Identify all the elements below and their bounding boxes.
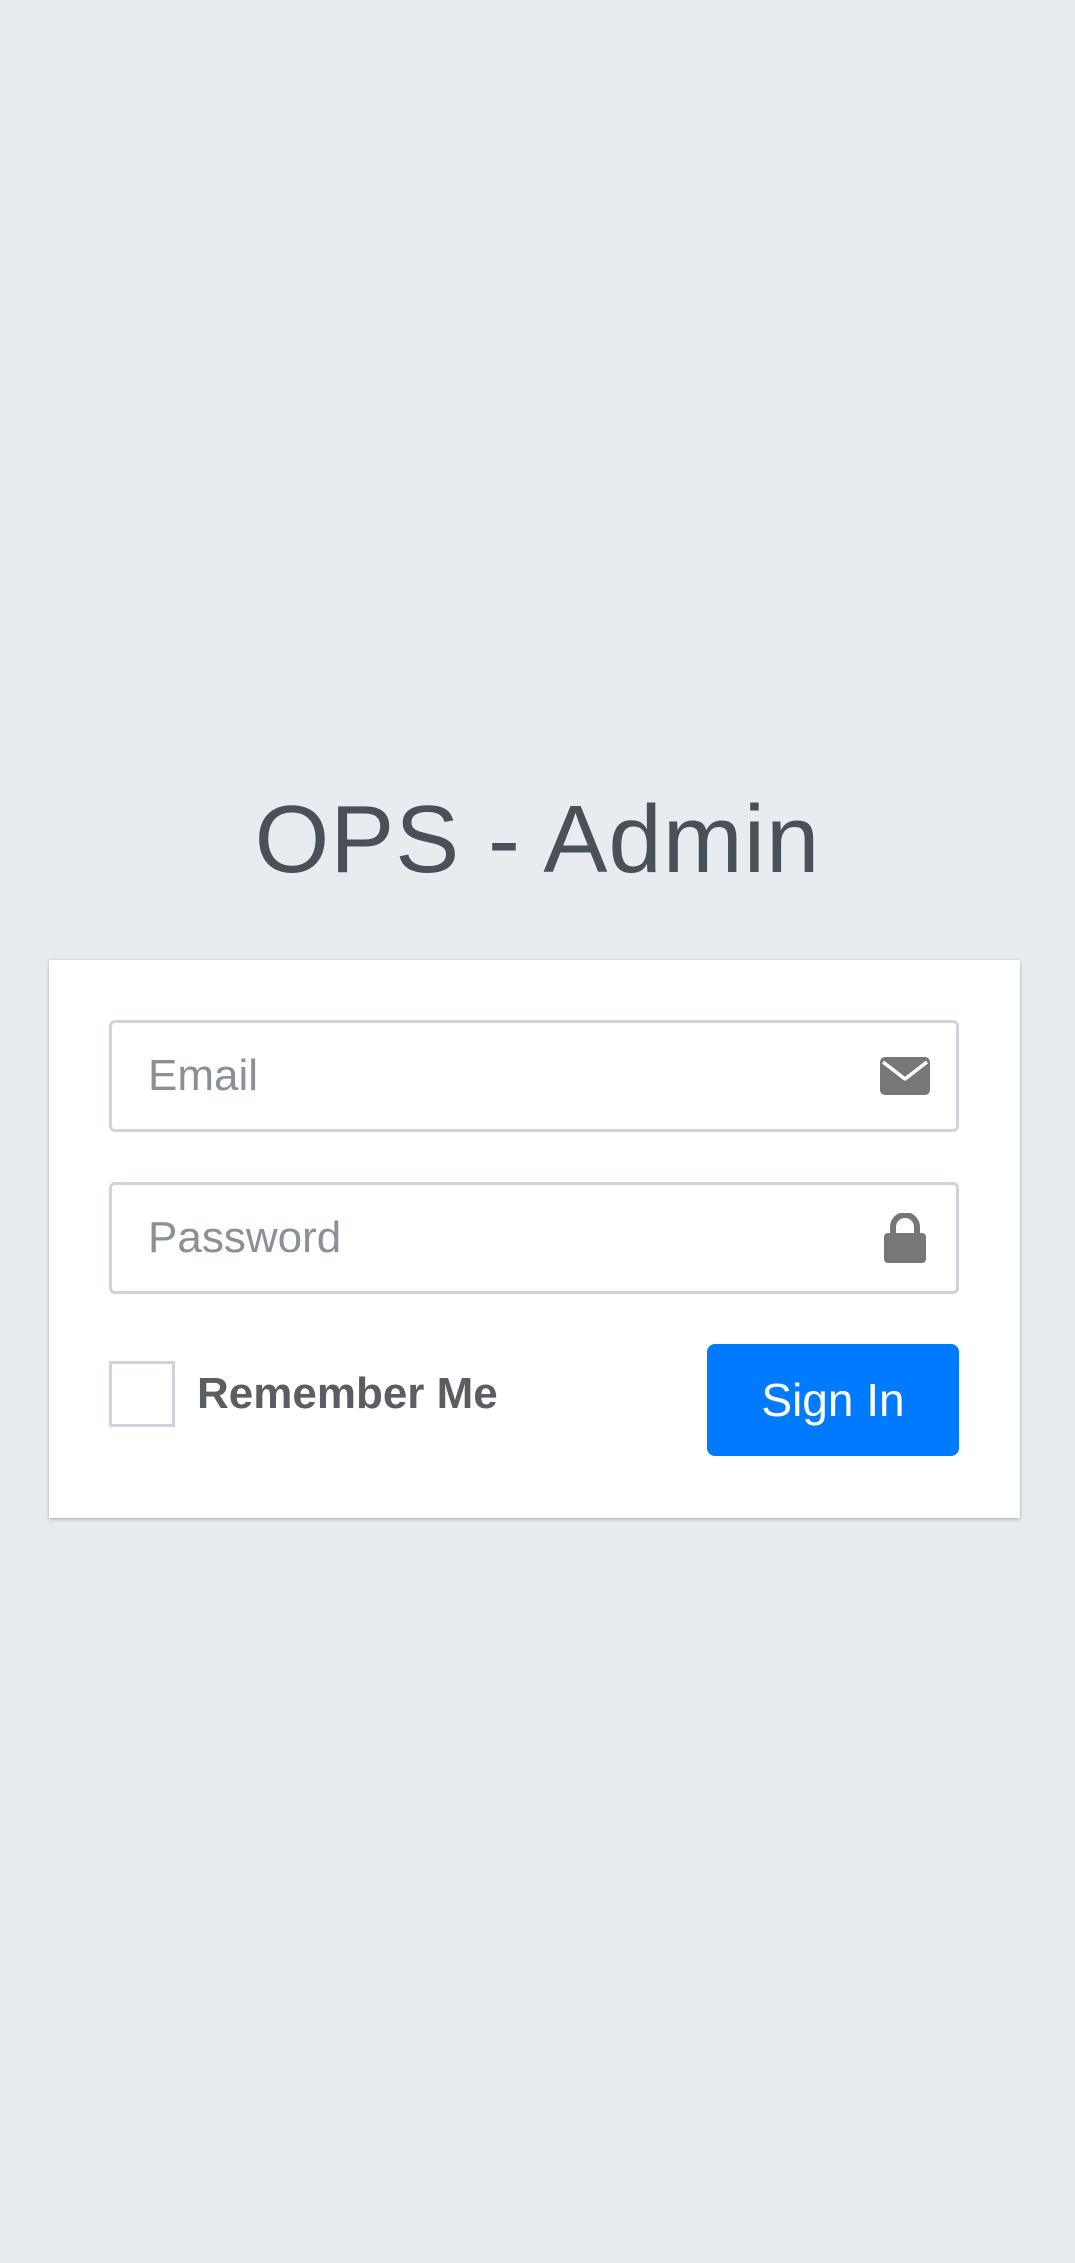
login-card: Remember Me Sign In [49,960,1020,1518]
sign-in-button[interactable]: Sign In [707,1344,959,1456]
email-input[interactable] [112,1023,860,1129]
page-title: OPS - Admin [254,786,821,893]
envelope-icon [860,1023,950,1129]
remember-me-checkbox[interactable] [109,1361,175,1427]
remember-me: Remember Me [109,1361,498,1427]
email-field-group [109,1020,959,1132]
lock-icon [860,1185,950,1291]
remember-me-label[interactable]: Remember Me [197,1369,498,1419]
password-field-group [109,1182,959,1294]
password-input[interactable] [112,1185,860,1291]
